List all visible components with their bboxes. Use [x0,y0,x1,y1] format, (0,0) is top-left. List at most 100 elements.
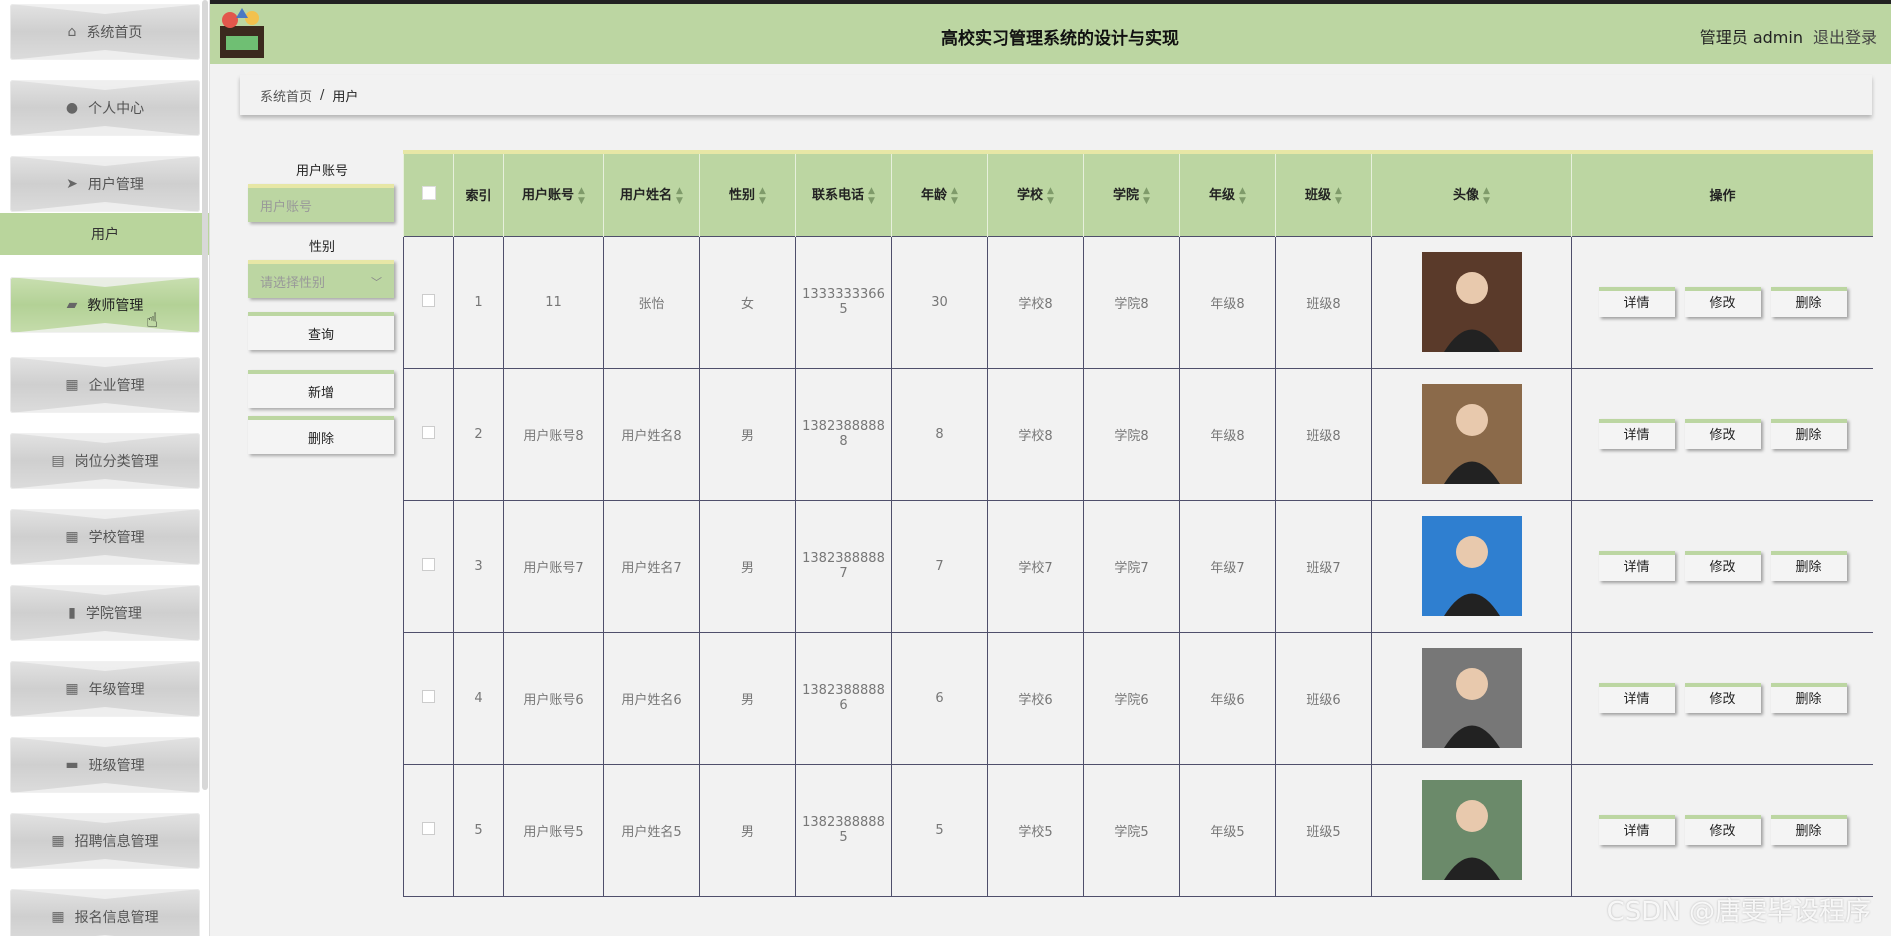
breadcrumb: 系统首页 / 用户 [240,75,1872,115]
sort-icon[interactable]: ▲ ▼ [1047,186,1054,206]
delete-button[interactable]: 删除 [1770,551,1847,581]
edit-button[interactable]: 修改 [1684,287,1761,317]
sidebar-item-10[interactable]: ▦ 招聘信息管理 [10,813,200,869]
edit-button[interactable]: 修改 [1684,683,1761,713]
delete-button[interactable]: 删除 [1770,419,1847,449]
gender-select[interactable]: 请选择性别 ﹀ [248,260,394,298]
sidebar-item-3[interactable]: ▰ 教师管理 [10,277,200,333]
sort-icon[interactable]: ▲ ▼ [1483,186,1490,206]
gender-placeholder: 请选择性别 [260,275,326,291]
cell-grade: 年级6 [1179,631,1276,765]
sidebar-subitem-user[interactable]: 用户 [0,213,209,255]
sort-icon[interactable]: ▲ ▼ [578,186,585,206]
delete-button[interactable]: 删除 [1770,287,1847,317]
cell-name: 用户姓名8 [603,367,700,501]
cell-actions: 详情 修改 删除 [1571,763,1873,897]
avatar-image [1421,384,1522,484]
select-all-cell [403,154,454,236]
cell-account: 用户账号5 [503,763,604,897]
account-input[interactable]: 用户账号 [248,184,394,222]
bar-chart-icon: ▮ [68,605,76,621]
sidebar-item-1[interactable]: ● 个人中心 [10,80,200,136]
column-header-label: 操作 [1709,189,1736,205]
edit-button[interactable]: 修改 [1684,815,1761,845]
column-header-9[interactable]: 班级 ▲ ▼ [1275,154,1372,236]
detail-button[interactable]: 详情 [1598,419,1675,449]
cell-age: 30 [891,235,988,369]
sidebar-item-label: 学校管理 [88,530,145,546]
sidebar: ⌂ 系统首页 ● 个人中心 ➤ 用户管理 ▰ 教师管理 ▦ 企业管理 ▤ 岗位分类管理 ▦ 学校管理 ▮ 学院… [0,0,210,936]
sidebar-item-6[interactable]: ▦ 学校管理 [10,509,200,565]
sidebar-item-11[interactable]: ▦ 报名信息管理 [10,889,200,936]
cell-age: 6 [891,631,988,765]
batch-delete-button[interactable]: 删除 [248,416,394,454]
row-checkbox[interactable] [422,425,435,439]
column-header-7[interactable]: 学院 ▲ ▼ [1083,154,1180,236]
cell-college: 学院7 [1083,499,1180,633]
detail-button[interactable]: 详情 [1598,815,1675,845]
column-header-label: 联系电话 [812,188,865,203]
sort-icon[interactable]: ▲ ▼ [759,186,766,206]
select-all-checkbox[interactable] [421,185,436,200]
cell-phone: 13823888887 [795,499,892,633]
sidebar-item-7[interactable]: ▮ 学院管理 [10,585,200,641]
sidebar-item-label: 报名信息管理 [74,910,159,926]
sort-icon[interactable]: ▲ ▼ [951,186,958,206]
column-header-8[interactable]: 年级 ▲ ▼ [1179,154,1276,236]
edit-button[interactable]: 修改 [1684,551,1761,581]
column-header-6[interactable]: 学校 ▲ ▼ [987,154,1084,236]
cell-index: 3 [453,499,504,633]
row-checkbox[interactable] [422,689,435,703]
column-header-5[interactable]: 年龄 ▲ ▼ [891,154,988,236]
grid-icon: ▦ [65,529,79,545]
row-checkbox[interactable] [422,293,435,307]
column-header-3[interactable]: 性别 ▲ ▼ [699,154,796,236]
detail-button[interactable]: 详情 [1598,551,1675,581]
column-header-1[interactable]: 用户账号 ▲ ▼ [503,154,604,236]
sidebar-item-5[interactable]: ▤ 岗位分类管理 [10,433,200,489]
sidebar-item-label: 班级管理 [88,758,145,774]
detail-button[interactable]: 详情 [1598,683,1675,713]
sidebar-scrollbar[interactable] [202,0,208,790]
column-header-label: 头像 [1453,188,1480,203]
column-header-4[interactable]: 联系电话 ▲ ▼ [795,154,892,236]
sidebar-item-0[interactable]: ⌂ 系统首页 [10,4,200,60]
cell-college: 学院8 [1083,367,1180,501]
chevron-down-icon: ﹀ [371,276,382,289]
sidebar-item-8[interactable]: ▦ 年级管理 [10,661,200,717]
edit-button[interactable]: 修改 [1684,419,1761,449]
delete-button[interactable]: 删除 [1770,815,1847,845]
home-icon: ⌂ [67,24,77,40]
column-header-10[interactable]: 头像 ▲ ▼ [1371,154,1572,236]
cell-school: 学校7 [987,499,1084,633]
add-button[interactable]: 新增 [248,370,394,408]
cell-school: 学校8 [987,235,1084,369]
sidebar-item-4[interactable]: ▦ 企业管理 [10,357,200,413]
detail-button[interactable]: 详情 [1598,287,1675,317]
sidebar-item-2[interactable]: ➤ 用户管理 [10,156,200,212]
row-checkbox[interactable] [422,821,435,835]
sidebar-item-9[interactable]: ▬ 班级管理 [10,737,200,793]
row-select-cell [403,235,454,369]
cell-avatar [1371,367,1572,501]
sort-icon[interactable]: ▲ ▼ [868,186,875,206]
sort-icon[interactable]: ▲ ▼ [1335,186,1342,206]
breadcrumb-home[interactable]: 系统首页 [260,86,312,105]
delete-button[interactable]: 删除 [1770,683,1847,713]
cell-age: 5 [891,763,988,897]
hand-cursor-icon: ☝ [146,308,159,332]
cell-gender: 男 [699,367,796,501]
header: 高校实习管理系统的设计与实现 管理员 admin 退出登录 [210,0,1891,64]
sort-icon[interactable]: ▲ ▼ [676,186,683,206]
logout-link[interactable]: 退出登录 [1813,28,1877,47]
query-button[interactable]: 查询 [248,312,394,350]
sort-icon[interactable]: ▲ ▼ [1239,186,1246,206]
table-header-row: 索引 用户账号 ▲ ▼ 用户姓名 ▲ ▼ 性别 ▲ ▼ 联系电话 ▲ ▼ 年龄 ▲ ▼ 学校 ▲ ▼ 学院 ▲ ▼ 年级 ▲ ▼… [403,154,1873,236]
column-header-2[interactable]: 用户姓名 ▲ ▼ [603,154,700,236]
row-checkbox[interactable] [422,557,435,571]
briefcase-icon: ▤ [51,453,65,469]
sort-icon[interactable]: ▲ ▼ [1143,186,1150,206]
cell-index: 4 [453,631,504,765]
avatar-image [1421,780,1522,880]
column-header-label: 学校 [1017,188,1044,203]
